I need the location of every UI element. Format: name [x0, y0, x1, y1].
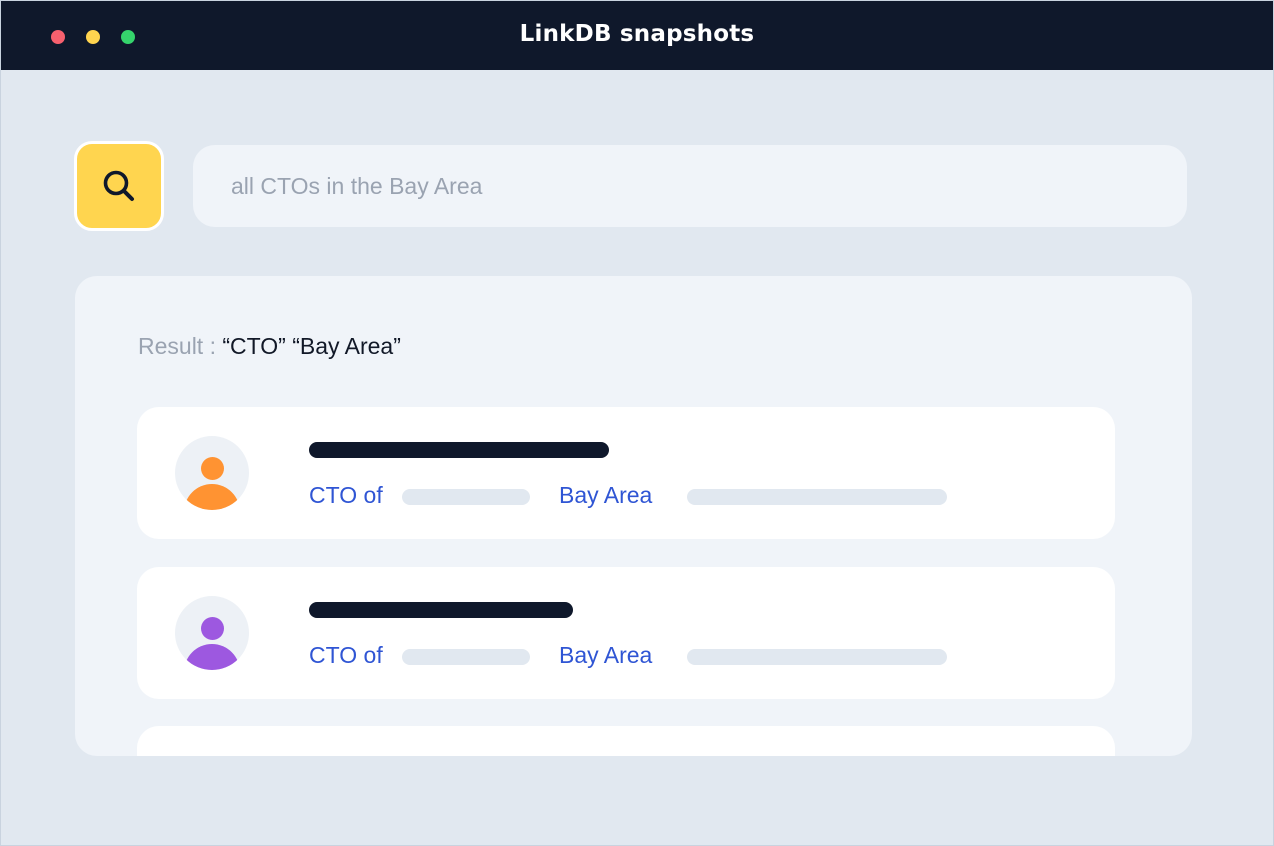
name-placeholder [309, 602, 573, 618]
result-query: “CTO” “Bay Area” [222, 333, 401, 359]
search-input[interactable] [193, 145, 1187, 227]
result-card[interactable]: CTO of Bay Area [137, 567, 1115, 699]
name-placeholder [309, 442, 609, 458]
title-bar: LinkDB snapshots [0, 0, 1274, 70]
window-title: LinkDB snapshots [519, 21, 755, 47]
search-button[interactable] [74, 141, 164, 231]
result-summary: Result : “CTO” “Bay Area” [138, 333, 401, 360]
avatar [175, 596, 249, 670]
results-panel: Result : “CTO” “Bay Area” CTO of Bay Are… [75, 276, 1192, 756]
company-placeholder [402, 489, 530, 505]
location-label: Bay Area [559, 642, 653, 668]
role-label: CTO of [309, 482, 383, 508]
role-label: CTO of [309, 642, 383, 668]
result-card[interactable]: CTO of Bay Area [137, 407, 1115, 539]
detail-placeholder [687, 489, 947, 505]
avatar-head [201, 457, 224, 480]
search-icon [103, 170, 134, 201]
avatar [175, 436, 249, 510]
avatar-head [201, 617, 224, 640]
result-card-partial[interactable] [137, 726, 1115, 756]
company-placeholder [402, 649, 530, 665]
result-label: Result : [138, 333, 223, 359]
avatar-body [184, 644, 240, 670]
avatar-body [184, 484, 240, 510]
detail-placeholder [687, 649, 947, 665]
location-label: Bay Area [559, 482, 653, 508]
